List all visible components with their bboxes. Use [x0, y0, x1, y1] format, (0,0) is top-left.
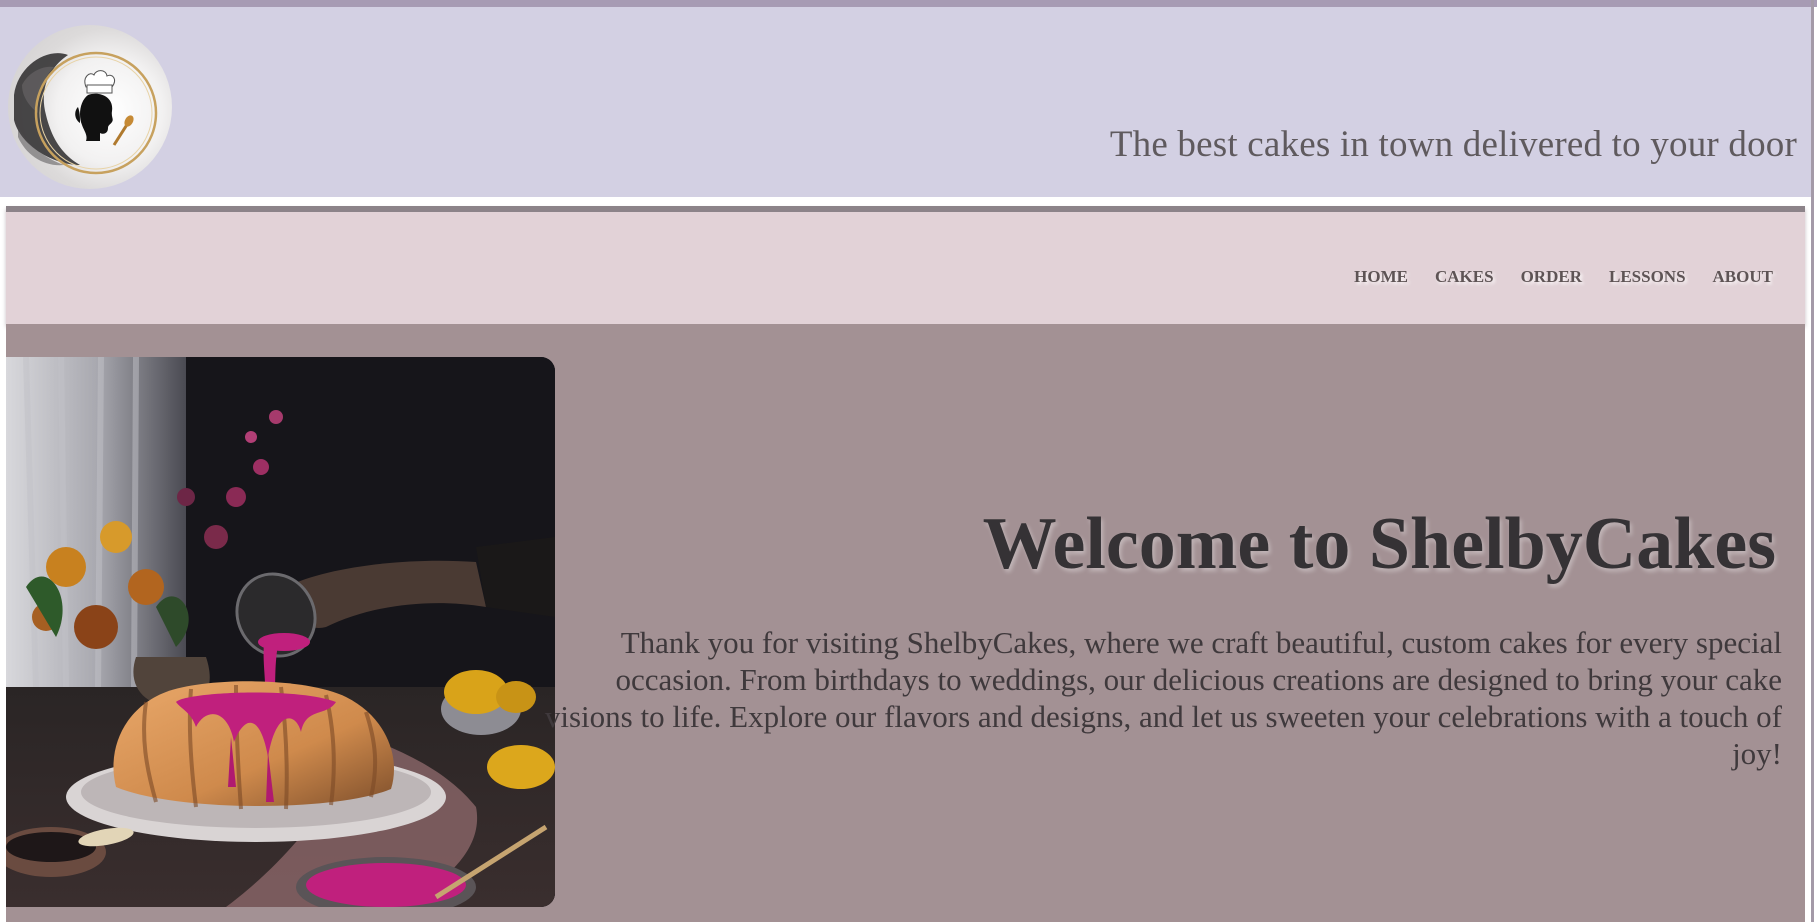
nav-links: HOME CAKES ORDER LESSONS ABOUT	[1354, 267, 1773, 287]
chef-silhouette-logo-icon[interactable]	[8, 25, 172, 189]
bundt-cake-photo	[6, 357, 555, 907]
nav-home-link[interactable]: HOME	[1354, 267, 1408, 287]
welcome-title: Welcome to ShelbyCakes	[982, 503, 1776, 585]
main-navigation: HOME CAKES ORDER LESSONS ABOUT	[6, 206, 1805, 324]
page-edge	[1811, 0, 1814, 922]
nav-about-link[interactable]: ABOUT	[1713, 267, 1773, 287]
site-header: The best cakes in town delivered to your…	[0, 7, 1811, 197]
site-tagline: The best cakes in town delivered to your…	[1109, 124, 1797, 165]
top-accent-strip	[0, 0, 1817, 7]
nav-order-link[interactable]: ORDER	[1521, 267, 1582, 287]
nav-lessons-link[interactable]: LESSONS	[1609, 267, 1686, 287]
welcome-intro-text: Thank you for visiting ShelbyCakes, wher…	[544, 625, 1782, 771]
hero-section: Welcome to ShelbyCakes Thank you for vis…	[6, 324, 1805, 922]
nav-cakes-link[interactable]: CAKES	[1435, 267, 1494, 287]
